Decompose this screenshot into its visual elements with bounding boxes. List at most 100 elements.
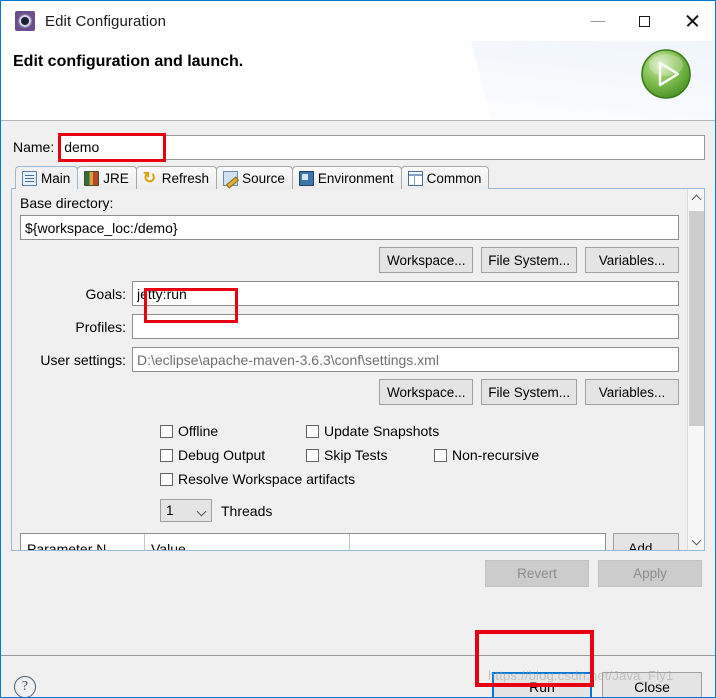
user-settings-input[interactable] bbox=[132, 347, 679, 372]
chevron-down-icon bbox=[196, 506, 207, 517]
checkbox-offline[interactable]: Offline bbox=[160, 423, 290, 439]
settings-file-system-button[interactable]: File System... bbox=[481, 379, 577, 405]
name-row: Name: bbox=[13, 134, 705, 160]
dialog-banner: Edit configuration and launch. bbox=[1, 41, 715, 121]
base-variables-button[interactable]: Variables... bbox=[585, 247, 679, 273]
checkbox-debug-output-label: Debug Output bbox=[178, 447, 266, 463]
run-button[interactable]: Run bbox=[492, 672, 592, 697]
parameter-table-area: Parameter N... Value Add... bbox=[20, 533, 679, 550]
checkbox-resolve-workspace-artifacts-box bbox=[160, 472, 173, 486]
tab-jre-label: JRE bbox=[103, 170, 129, 186]
parameter-table[interactable]: Parameter N... Value bbox=[20, 533, 606, 550]
base-workspace-button[interactable]: Workspace... bbox=[379, 247, 474, 273]
checkbox-skip-tests-label: Skip Tests bbox=[324, 447, 388, 463]
user-settings-row: User settings: bbox=[20, 347, 679, 372]
checkbox-non-recursive-label: Non-recursive bbox=[452, 447, 540, 463]
name-input[interactable] bbox=[59, 134, 705, 160]
base-directory-buttons: Workspace... File System... Variables... bbox=[20, 247, 679, 273]
apply-button[interactable]: Apply bbox=[598, 560, 702, 587]
chevron-down-icon bbox=[691, 535, 702, 545]
checkbox-resolve-workspace-artifacts[interactable]: Resolve Workspace artifacts bbox=[160, 471, 355, 487]
parameter-extra-column-header bbox=[350, 534, 605, 550]
checkbox-debug-output-box bbox=[160, 448, 173, 462]
window-controls bbox=[574, 1, 715, 41]
table-icon bbox=[407, 170, 423, 186]
tab-common-label: Common bbox=[426, 170, 482, 186]
checkbox-skip-tests[interactable]: Skip Tests bbox=[306, 447, 418, 463]
title-bar: Edit Configuration bbox=[1, 1, 715, 41]
settings-workspace-button[interactable]: Workspace... bbox=[379, 379, 474, 405]
maximize-button[interactable] bbox=[621, 1, 668, 41]
checkbox-skip-tests-box bbox=[306, 448, 319, 462]
revert-apply-row: Revert Apply bbox=[11, 560, 705, 587]
monitor-icon bbox=[298, 170, 314, 186]
scrollbar-thumb[interactable] bbox=[689, 211, 704, 426]
checkbox-row-3: Resolve Workspace artifacts bbox=[160, 467, 679, 491]
close-dialog-button[interactable]: Close bbox=[602, 672, 702, 697]
checkbox-update-snapshots-label: Update Snapshots bbox=[324, 423, 440, 439]
checkbox-row-2: Debug Output Skip Tests Non-recursive bbox=[160, 443, 679, 467]
tab-jre[interactable]: JRE bbox=[77, 166, 137, 189]
threads-row: 1 Threads bbox=[160, 499, 679, 522]
tab-refresh[interactable]: Refresh bbox=[135, 166, 218, 189]
scroll-down-button[interactable] bbox=[688, 533, 704, 550]
checkbox-update-snapshots[interactable]: Update Snapshots bbox=[306, 423, 439, 439]
minimize-icon bbox=[590, 20, 605, 22]
profiles-label: Profiles: bbox=[75, 318, 126, 335]
tab-environment-label: Environment bbox=[317, 170, 394, 186]
maximize-icon bbox=[639, 15, 650, 27]
user-settings-label: User settings: bbox=[40, 351, 126, 368]
tab-main[interactable]: Main bbox=[15, 166, 79, 189]
clipboard-icon bbox=[22, 170, 37, 186]
tab-environment[interactable]: Environment bbox=[291, 166, 402, 189]
threads-label: Threads bbox=[221, 502, 273, 519]
edit-configuration-dialog: Edit Configuration Edit configuration an… bbox=[0, 0, 716, 698]
settings-variables-button[interactable]: Variables... bbox=[585, 379, 679, 405]
name-label: Name: bbox=[13, 139, 55, 155]
banner-heading: Edit configuration and launch. bbox=[13, 53, 244, 70]
scroll-up-button[interactable] bbox=[688, 189, 704, 206]
tab-source[interactable]: Source bbox=[216, 166, 293, 189]
checkbox-debug-output[interactable]: Debug Output bbox=[160, 447, 290, 463]
add-parameter-button[interactable]: Add... bbox=[613, 533, 679, 550]
checkbox-update-snapshots-box bbox=[306, 424, 319, 438]
tab-source-label: Source bbox=[242, 170, 285, 186]
base-directory-input[interactable] bbox=[20, 215, 679, 240]
threads-value: 1 bbox=[166, 503, 174, 518]
main-tab-content: Base directory: Workspace... File System… bbox=[12, 189, 687, 550]
goals-label: Goals: bbox=[85, 285, 126, 302]
close-icon bbox=[685, 14, 699, 28]
parameter-name-column-header: Parameter N... bbox=[21, 534, 145, 550]
dialog-footer: ? Run Close bbox=[1, 655, 715, 697]
revert-button[interactable]: Revert bbox=[485, 560, 589, 587]
base-file-system-button[interactable]: File System... bbox=[481, 247, 577, 273]
tab-main-label: Main bbox=[41, 170, 71, 186]
run-play-icon bbox=[639, 47, 693, 101]
profiles-input[interactable] bbox=[132, 314, 679, 339]
tab-refresh-label: Refresh bbox=[161, 170, 210, 186]
profiles-row: Profiles: bbox=[20, 314, 679, 339]
checkbox-non-recursive[interactable]: Non-recursive bbox=[434, 447, 539, 463]
checkbox-resolve-workspace-artifacts-label: Resolve Workspace artifacts bbox=[178, 471, 356, 487]
threads-select[interactable]: 1 bbox=[160, 499, 212, 522]
refresh-icon bbox=[143, 168, 158, 188]
checkbox-offline-box bbox=[160, 424, 173, 438]
books-icon bbox=[84, 170, 100, 186]
dialog-body: Name: Main JRE Refresh Source bbox=[1, 121, 715, 655]
chevron-up-icon bbox=[691, 194, 702, 204]
tab-common[interactable]: Common bbox=[400, 166, 490, 189]
main-tab-panel: Base directory: Workspace... File System… bbox=[11, 188, 705, 551]
options-checkbox-group: Offline Update Snapshots Debug Output Sk… bbox=[160, 419, 679, 491]
goals-input[interactable] bbox=[132, 281, 679, 306]
panel-scrollbar[interactable] bbox=[687, 189, 704, 550]
goals-row: Goals: bbox=[20, 281, 679, 306]
checkbox-row-1: Offline Update Snapshots bbox=[160, 419, 679, 443]
pencil-icon bbox=[223, 170, 239, 186]
base-directory-label: Base directory: bbox=[20, 195, 114, 211]
checkbox-offline-label: Offline bbox=[178, 423, 219, 439]
gear-icon bbox=[15, 11, 35, 31]
minimize-button[interactable] bbox=[574, 1, 621, 41]
question-mark-icon[interactable]: ? bbox=[14, 675, 36, 697]
tab-strip: Main JRE Refresh Source Environment Comm… bbox=[15, 166, 705, 189]
close-button[interactable] bbox=[668, 1, 715, 41]
